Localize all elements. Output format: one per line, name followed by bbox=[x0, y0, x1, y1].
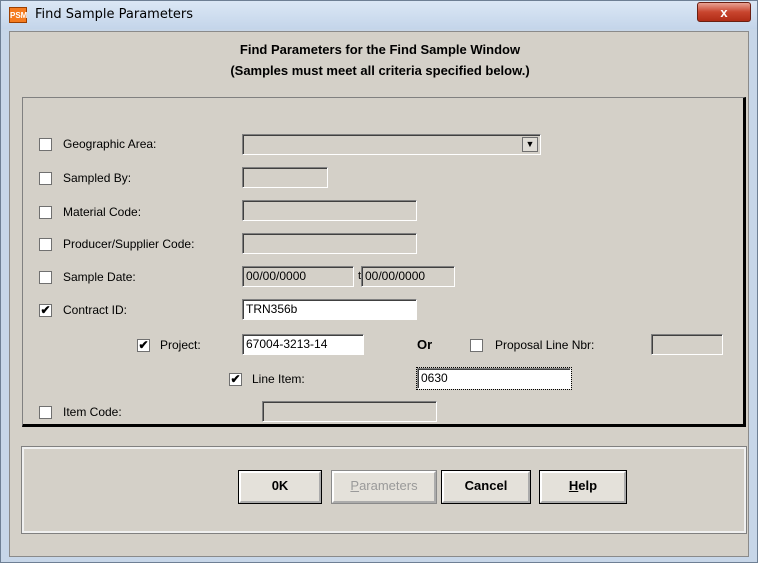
proposal-line-nbr-checkbox[interactable] bbox=[470, 339, 483, 352]
title-bar: PSM Find Sample Parameters x bbox=[1, 1, 757, 29]
material-code-label: Material Code: bbox=[63, 205, 142, 219]
proposal-line-nbr-label: Proposal Line Nbr: bbox=[495, 338, 595, 352]
parameters-mnemonic: P bbox=[350, 478, 360, 493]
geographic-area-select[interactable]: ▼ bbox=[242, 134, 541, 155]
project-checkbox[interactable]: ✔ bbox=[137, 339, 150, 352]
geographic-area-checkbox[interactable] bbox=[39, 138, 52, 151]
item-code-label: Item Code: bbox=[63, 405, 122, 419]
producer-supplier-code-label: Producer/Supplier Code: bbox=[63, 237, 195, 251]
producer-supplier-code-input[interactable] bbox=[242, 233, 417, 254]
app-icon: PSM bbox=[9, 7, 27, 23]
parameters-label: arameters bbox=[359, 478, 418, 493]
close-button[interactable]: x bbox=[697, 2, 751, 22]
material-code-checkbox[interactable] bbox=[39, 206, 52, 219]
line-item-input[interactable]: 0630 bbox=[416, 367, 572, 390]
sampled-by-input[interactable] bbox=[242, 167, 328, 188]
item-code-input[interactable] bbox=[262, 401, 437, 422]
project-label: Project: bbox=[160, 338, 201, 352]
proposal-line-nbr-input[interactable] bbox=[651, 334, 723, 355]
find-sample-parameters-window: PSM Find Sample Parameters x Find Parame… bbox=[0, 0, 758, 563]
help-mnemonic: H bbox=[568, 478, 579, 493]
contract-id-label: Contract ID: bbox=[63, 303, 128, 317]
contract-id-input[interactable]: TRN356b bbox=[242, 299, 417, 320]
sample-date-to-input[interactable]: 00/00/0000 bbox=[361, 266, 455, 287]
dialog-subheading: (Samples must meet all criteria specifie… bbox=[230, 63, 530, 78]
geographic-area-label: Geographic Area: bbox=[63, 137, 157, 151]
material-code-input[interactable] bbox=[242, 200, 417, 221]
parameters-button[interactable]: Parameters bbox=[331, 470, 437, 504]
ok-button[interactable]: 0K bbox=[238, 470, 322, 504]
sample-date-label: Sample Date: bbox=[63, 270, 136, 284]
dialog-client-area: Find Parameters for the Find Sample Wind… bbox=[9, 31, 749, 557]
sampled-by-checkbox[interactable] bbox=[39, 172, 52, 185]
item-code-checkbox[interactable] bbox=[39, 406, 52, 419]
help-button[interactable]: Help bbox=[539, 470, 627, 504]
sample-date-from-input[interactable]: 00/00/0000 bbox=[242, 266, 354, 287]
line-item-label: Line Item: bbox=[252, 372, 305, 386]
chevron-down-icon[interactable]: ▼ bbox=[522, 137, 538, 152]
cancel-button[interactable]: Cancel bbox=[441, 470, 531, 504]
help-label: elp bbox=[578, 478, 598, 493]
producer-supplier-code-checkbox[interactable] bbox=[39, 238, 52, 251]
or-label: Or bbox=[417, 337, 433, 352]
sampled-by-label: Sampled By: bbox=[63, 171, 132, 185]
project-input[interactable]: 67004-3213-14 bbox=[242, 334, 364, 355]
contract-id-checkbox[interactable]: ✔ bbox=[39, 304, 52, 317]
window-title: Find Sample Parameters bbox=[35, 7, 194, 22]
dialog-heading: Find Parameters for the Find Sample Wind… bbox=[239, 42, 521, 57]
sample-date-checkbox[interactable] bbox=[39, 271, 52, 284]
line-item-checkbox[interactable]: ✔ bbox=[229, 373, 242, 386]
